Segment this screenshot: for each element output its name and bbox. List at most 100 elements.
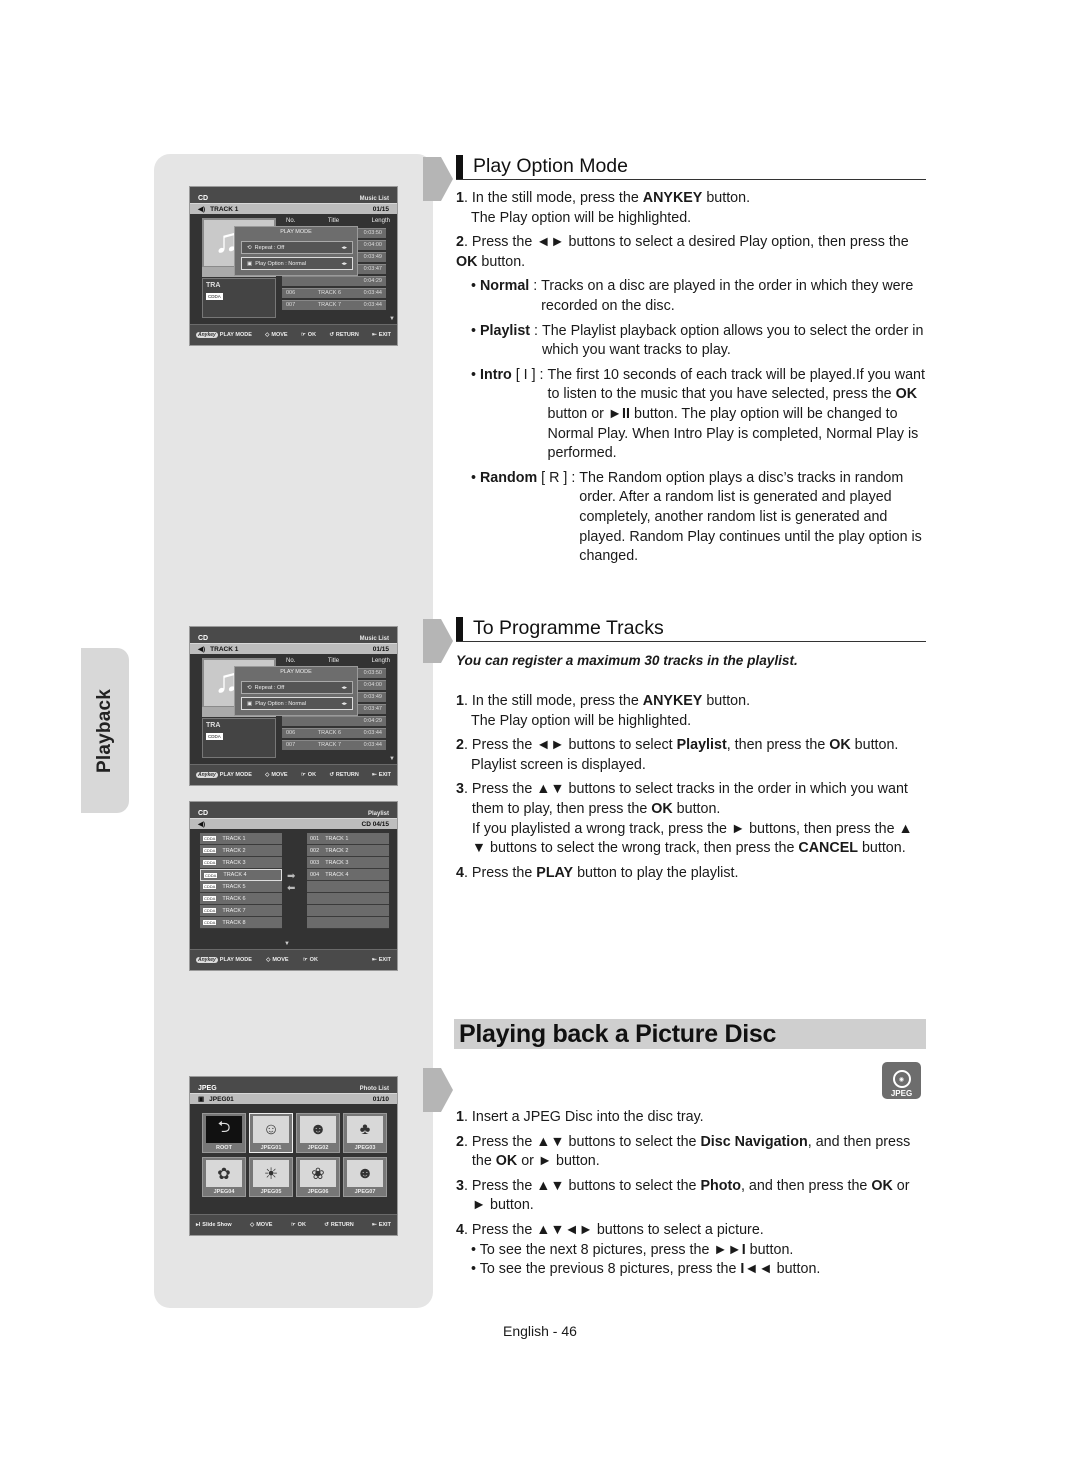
left-right-icon: ◂▸ (341, 260, 347, 267)
scroll-down-icon: ▼ (389, 756, 395, 762)
move-icon: ◇ (266, 957, 271, 963)
photo-image: ☀ (253, 1160, 289, 1187)
speaker-icon: ◀) (198, 646, 206, 653)
list-item[interactable]: CDDA TRACK 6 (200, 893, 282, 905)
track-list-header: No. Title Length (286, 658, 390, 664)
return-icon: ↺ (329, 772, 334, 778)
section-title: Play Option Mode (473, 155, 629, 177)
thumbnail[interactable]: ☻ JPEG07 (343, 1157, 387, 1197)
photo-image: ✿ (206, 1160, 242, 1187)
scroll-down-icon: ▼ (389, 316, 395, 322)
move-icon: ◇ (249, 1222, 255, 1228)
speaker-icon: ◀) (198, 821, 206, 828)
playlist-limit-note: You can register a maximum 30 tracks in … (456, 653, 798, 668)
repeat-option[interactable]: ⟲ Repeat : Off ◂▸ (241, 241, 353, 254)
list-item[interactable]: CDDA TRACK 5 (200, 881, 282, 893)
repeat-icon: ⟲ (247, 684, 252, 691)
thumbnail[interactable]: ♣ JPEG03 (343, 1113, 387, 1153)
track-row[interactable]: 006 TRACK 6 0:03:44 (282, 288, 386, 298)
slide-show-icon: ▸I (196, 1222, 201, 1228)
available-tracks-list: CDDA TRACK 1 CDDA TRACK 2 CDDA TRACK 3 CDDA… (200, 833, 282, 929)
page-section-title: Playing back a Picture Disc (454, 1019, 926, 1049)
screen-disc-type: CD (198, 195, 209, 202)
cdda-badge: CDDA (206, 293, 223, 300)
section-heading: To Programme Tracks (456, 616, 926, 642)
left-right-icon: ◂▸ (341, 700, 347, 707)
folder-icon: ⮌ (206, 1116, 242, 1143)
section-arrow-icon (423, 1066, 453, 1114)
ok-icon: ☞ (300, 772, 306, 778)
empty-slot (307, 893, 389, 905)
play-option-steps: 1. In the still mode, press the ANYKEY b… (456, 190, 925, 565)
anykey-icon: Anykey (196, 332, 218, 338)
list-item[interactable]: CDDA TRACK 1 (200, 833, 282, 845)
ok-icon: ☞ (290, 1222, 296, 1228)
left-right-icon: ◂▸ (341, 684, 347, 691)
exit-icon: ⇤ (372, 772, 377, 778)
move-icon: ◇ (265, 772, 270, 778)
playlist-count: CD 04/15 (361, 820, 389, 828)
photo-list-screen: JPEG Photo List ▣ JPEG01 01/10 ⮌ ROOT ☺ JPEG0… (189, 1076, 398, 1236)
play-option-icon: ▣ (247, 700, 253, 707)
playlist-screen: CD Playlist ◀) CD 04/15 CDDA TRACK 1 CDDA TR… (189, 801, 398, 971)
track-row[interactable]: 007 TRACK 7 0:03:44 (282, 740, 386, 750)
track-row[interactable]: 0:04:29 (282, 716, 386, 726)
remove-arrow-icon: ⬅ (287, 883, 296, 894)
picture-steps: 1. Insert a JPEG Disc into the disc tray… (456, 1109, 911, 1278)
list-item[interactable]: CDDA TRACK 8 (200, 917, 282, 929)
music-list-screen-1: CDMusic List ◀)TRACK 101/15 ♫ 0:0 TRACDD… (189, 186, 398, 346)
empty-slot (307, 881, 389, 893)
section-arrow-icon (423, 617, 453, 665)
photo-image: ❀ (300, 1160, 336, 1187)
empty-slot (307, 917, 389, 929)
list-item[interactable]: 001 TRACK 1 (307, 833, 389, 845)
section-heading: Play Option Mode (456, 154, 926, 180)
section-title: To Programme Tracks (473, 617, 664, 639)
cdda-badge: CDDA (206, 733, 223, 740)
exit-icon: ⇤ (372, 332, 377, 338)
thumbnail[interactable]: ⮌ ROOT (202, 1113, 246, 1153)
play-mode-popup: PLAY MODE ⟲ Repeat : Off ◂▸ ▣ Play Option… (234, 226, 358, 276)
exit-icon: ⇤ (372, 957, 377, 963)
track-row[interactable]: 0:04:29 (282, 276, 386, 286)
track-row[interactable]: 006 TRACK 6 0:03:44 (282, 728, 386, 738)
add-remove-arrows: ➡ ⬅ (287, 871, 295, 895)
empty-slot (307, 905, 389, 917)
play-option-selector[interactable]: ▣ Play Option : Normal ◂▸ (241, 697, 353, 710)
screen-list-title: Music List (359, 196, 389, 202)
list-item[interactable]: 003 TRACK 3 (307, 857, 389, 869)
play-mode-popup: PLAY MODE ⟲ Repeat : Off ◂▸ ▣ Play Option… (234, 666, 358, 716)
list-item[interactable]: CDDA TRACK 3 (200, 857, 282, 869)
thumbnail[interactable]: ❀ JPEG06 (296, 1157, 340, 1197)
return-icon: ↺ (329, 332, 334, 338)
repeat-option[interactable]: ⟲ Repeat : Off ◂▸ (241, 681, 353, 694)
play-option-selector[interactable]: ▣ Play Option : Normal ◂▸ (241, 257, 353, 270)
thumbnail[interactable]: ☀ JPEG05 (249, 1157, 293, 1197)
left-right-icon: ◂▸ (341, 244, 347, 251)
music-list-screen-2: CDMusic List ◀)TRACK 101/15 ♫ 0:0 TRACDD… (189, 626, 398, 786)
thumbnail-selected[interactable]: ☺ JPEG01 (249, 1113, 293, 1153)
thumbnail[interactable]: ✿ JPEG04 (202, 1157, 246, 1197)
list-item[interactable]: 002 TRACK 2 (307, 845, 389, 857)
photo-image: ☺ (253, 1116, 289, 1143)
list-item-selected[interactable]: CDDA TRACK 4 (200, 869, 282, 881)
section-arrow-icon (423, 155, 453, 203)
track-info-box: TRA CDDA (202, 278, 276, 318)
ok-icon: ☞ (300, 332, 306, 338)
exit-icon: ⇤ (372, 1222, 377, 1228)
play-option-icon: ▣ (247, 260, 253, 267)
list-item[interactable]: CDDA TRACK 7 (200, 905, 282, 917)
page-number: English - 46 (503, 1323, 577, 1339)
track-row[interactable]: 007 TRACK 7 0:03:44 (282, 300, 386, 310)
scroll-down-icon: ▼ (284, 941, 290, 947)
photo-image: ☻ (347, 1160, 383, 1187)
add-arrow-icon: ➡ (287, 871, 296, 882)
side-tab: Playback (81, 648, 129, 813)
track-info-box: TRA CDDA (202, 718, 276, 758)
programme-steps: 1. In the still mode, press the ANYKEY b… (456, 693, 913, 881)
list-item[interactable]: CDDA TRACK 2 (200, 845, 282, 857)
jpeg-disc-icon: ◉ JPEG (882, 1062, 921, 1099)
list-item[interactable]: 004 TRACK 4 (307, 869, 389, 881)
current-track: TRACK 1 (210, 205, 239, 213)
thumbnail[interactable]: ☻ JPEG02 (296, 1113, 340, 1153)
